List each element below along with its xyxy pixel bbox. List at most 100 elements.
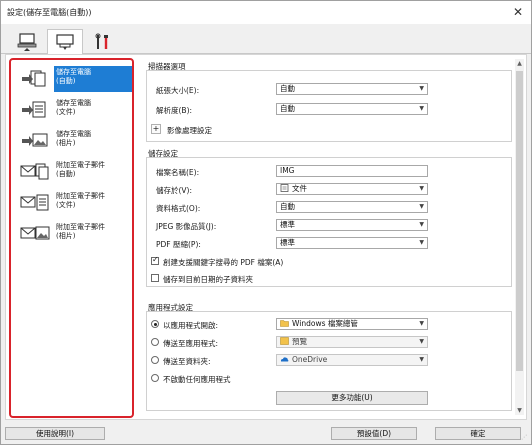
save-photo-icon (22, 133, 48, 147)
scan-mode-list: 儲存至電腦 (自動) 儲存至電腦 (文件) 儲存至電腦 (相片) 附加至電子郵件… (9, 58, 134, 418)
data-format-label: 資料格式(O): (156, 204, 201, 213)
email-auto-icon (20, 163, 49, 180)
tools-icon (95, 33, 108, 49)
chevron-down-icon: ▼ (419, 185, 424, 192)
jpeg-quality-value: 標準 (280, 220, 295, 229)
chevron-down-icon: ▼ (419, 203, 424, 210)
send-to-app-label: 傳送至應用程式: (163, 339, 219, 348)
list-label-line2: (相片) (56, 139, 76, 147)
resolution-value: 自動 (280, 104, 295, 113)
tab-bar (1, 24, 531, 55)
scroll-thumb[interactable] (516, 71, 523, 371)
open-with-app-value: Windows 檔案總管 (292, 319, 358, 328)
save-auto-icon (22, 70, 46, 87)
email-photo-icon (20, 226, 50, 240)
list-label-line1: 儲存至電腦 (56, 130, 91, 138)
save-in-value: 文件 (292, 184, 307, 193)
send-to-folder-label: 傳送至資料夾: (163, 357, 211, 366)
defaults-button[interactable]: 預設值(D) (331, 427, 417, 440)
main-pane: 儲存至電腦 (自動) 儲存至電腦 (文件) 儲存至電腦 (相片) 附加至電子郵件… (5, 54, 527, 420)
open-with-app-select[interactable]: Windows 檔案總管 ▼ (276, 318, 428, 330)
list-item-email-document[interactable]: 附加至電子郵件 (文件) (14, 187, 129, 218)
chevron-down-icon: ▼ (419, 239, 424, 246)
chevron-down-icon: ▼ (419, 221, 424, 228)
list-label-line1: 附加至電子郵件 (56, 192, 105, 200)
list-label-line2: (相片) (56, 232, 76, 240)
chevron-down-icon: ▼ (419, 320, 424, 327)
tab-scan-from-operation-panel[interactable] (47, 29, 83, 55)
pdf-compression-label: PDF 壓縮(P): (156, 240, 201, 249)
chevron-down-icon: ▼ (419, 356, 424, 363)
send-to-folder-radio[interactable] (151, 356, 159, 364)
chevron-down-icon: ▼ (419, 338, 424, 345)
paper-size-select[interactable]: 自動 ▼ (276, 83, 428, 95)
list-label-line1: 儲存至電腦 (56, 99, 91, 107)
send-to-folder-value: OneDrive (292, 355, 328, 364)
settings-window: 設定(儲存至電腦(自動)) ✕ 儲存至電腦 (自動) 儲存至電腦 (文件) 儲存… (0, 0, 532, 445)
save-in-label: 儲存於(V): (156, 186, 193, 195)
chevron-down-icon: ▼ (419, 85, 424, 92)
date-subfolder-checkbox[interactable] (151, 274, 159, 282)
pdf-compression-select[interactable]: 標準 ▼ (276, 237, 428, 249)
list-label-line2: (文件) (56, 201, 76, 209)
list-item-email-auto[interactable]: 附加至電子郵件 (自動) (14, 156, 129, 187)
help-button[interactable]: 使用說明(I) (5, 427, 105, 440)
close-icon[interactable]: ✕ (513, 5, 523, 19)
list-label-line2: (自動) (56, 170, 76, 178)
file-name-input[interactable]: IMG (276, 165, 428, 177)
jpeg-quality-select[interactable]: 標準 ▼ (276, 219, 428, 231)
email-document-icon (20, 194, 49, 211)
list-label-line1: 附加至電子郵件 (56, 161, 105, 169)
jpeg-quality-label: JPEG 影像品質(J): (156, 222, 217, 231)
vertical-scrollbar[interactable]: ▲ ▼ (515, 59, 524, 415)
list-item-save-document[interactable]: 儲存至電腦 (文件) (14, 94, 129, 125)
tab-general-settings[interactable] (85, 29, 121, 54)
window-title: 設定(儲存至電腦(自動)) (7, 8, 92, 17)
do-not-start-radio[interactable] (151, 374, 159, 382)
list-label-line2: (文件) (56, 108, 76, 116)
list-label-line1: 附加至電子郵件 (56, 223, 105, 231)
save-in-select[interactable]: 文件 ▼ (276, 183, 428, 195)
expand-icon[interactable]: + (151, 124, 161, 134)
open-with-app-label: 以應用程式開啟: (163, 321, 219, 330)
data-format-value: 自動 (280, 202, 295, 211)
image-processing-link[interactable]: 影像處理設定 (167, 125, 212, 136)
folder-icon (280, 320, 289, 327)
open-with-app-radio[interactable] (151, 320, 159, 328)
file-name-label: 檔案名稱(E): (156, 168, 200, 177)
send-to-app-radio[interactable] (151, 338, 159, 346)
send-to-app-value: 預覽 (292, 337, 307, 346)
more-functions-button[interactable]: 更多功能(U) (276, 391, 428, 405)
scroll-down-icon[interactable]: ▼ (515, 406, 524, 415)
date-subfolder-label: 儲存到目前日期的子資料夾 (163, 275, 253, 284)
title-bar: 設定(儲存至電腦(自動)) ✕ (1, 1, 531, 24)
list-item-save-photo[interactable]: 儲存至電腦 (相片) (14, 125, 129, 156)
resize-grip-icon[interactable]: ⋰ (521, 434, 529, 442)
list-item-save-auto[interactable]: 儲存至電腦 (自動) (14, 63, 132, 94)
do-not-start-label: 不啟動任何應用程式 (163, 375, 231, 384)
settings-panel: ▲ ▼ 掃描器選項 紙張大小(E): 自動 ▼ 解析度(B): 自動 ▼ + 影像處… (142, 55, 526, 419)
preview-icon (280, 337, 289, 345)
list-label-line2: (自動) (56, 77, 76, 85)
resolution-label: 解析度(B): (156, 106, 193, 115)
document-folder-icon (280, 184, 289, 192)
computer-icon (17, 32, 37, 51)
paper-size-label: 紙張大小(E): (156, 86, 200, 95)
list-label-line1: 儲存至電腦 (56, 68, 91, 76)
scanner-icon (56, 34, 74, 50)
data-format-select[interactable]: 自動 ▼ (276, 201, 428, 213)
ok-button[interactable]: 確定 (435, 427, 521, 440)
scroll-up-icon[interactable]: ▲ (515, 59, 524, 68)
chevron-down-icon: ▼ (419, 105, 424, 112)
searchable-pdf-checkbox[interactable] (151, 255, 159, 265)
pdf-compression-value: 標準 (280, 238, 295, 247)
send-to-app-select[interactable]: 預覽 ▼ (276, 336, 428, 348)
paper-size-value: 自動 (280, 84, 295, 93)
tab-scan-from-computer[interactable] (9, 29, 45, 54)
list-item-email-photo[interactable]: 附加至電子郵件 (相片) (14, 218, 129, 249)
send-to-folder-select[interactable]: OneDrive ▼ (276, 354, 428, 366)
save-document-icon (22, 101, 46, 118)
resolution-select[interactable]: 自動 ▼ (276, 103, 428, 115)
searchable-pdf-label: 創建支援關鍵字搜尋的 PDF 檔案(A) (163, 258, 284, 267)
onedrive-icon (280, 357, 289, 362)
